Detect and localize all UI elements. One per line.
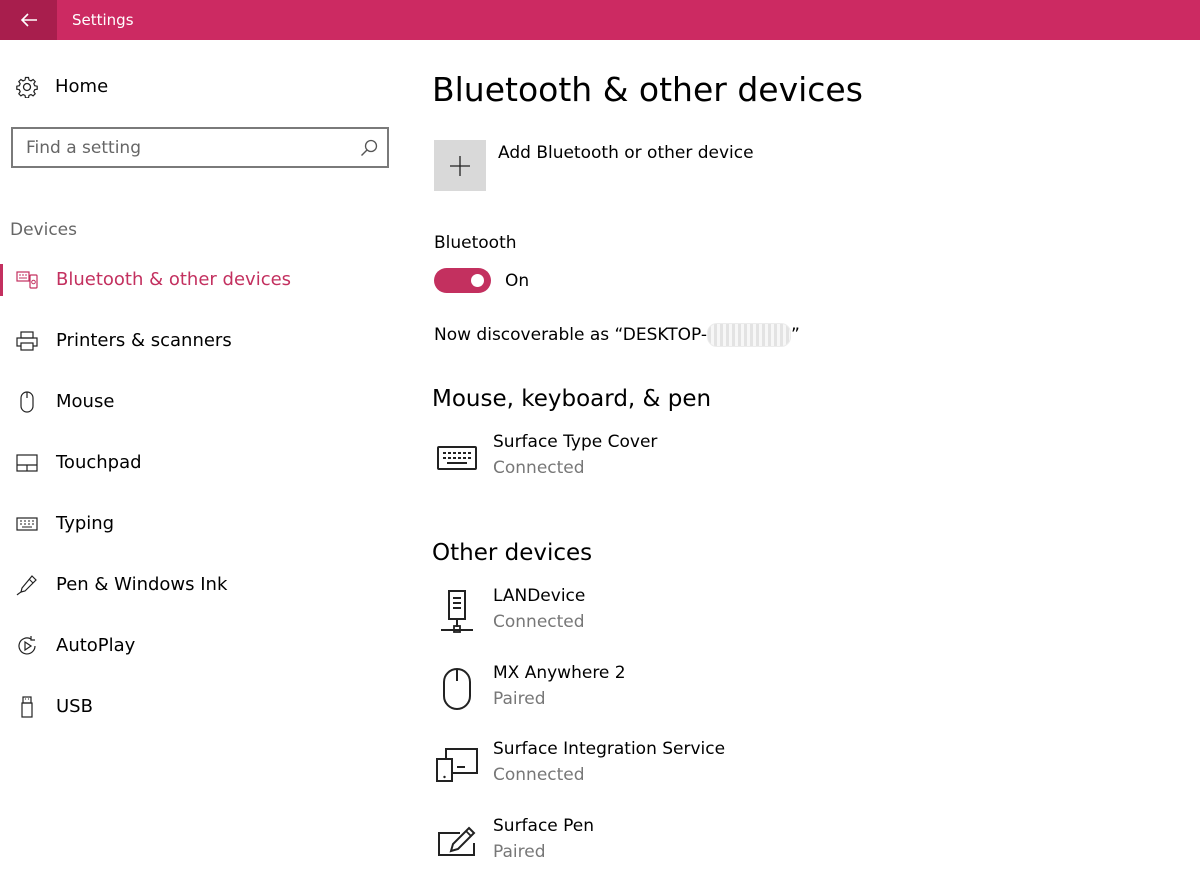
sidebar-item-mouse[interactable]: Mouse: [0, 382, 400, 422]
other-devices-heading: Other devices: [432, 540, 593, 566]
autoplay-icon: [16, 635, 38, 657]
sidebar-item-label: Touchpad: [56, 452, 142, 473]
plus-icon: [450, 155, 470, 176]
device-status: Connected: [493, 765, 585, 785]
sidebar-item-label: AutoPlay: [56, 635, 136, 656]
sidebar-item-bluetooth[interactable]: Bluetooth & other devices: [0, 260, 400, 300]
device-landevice[interactable]: LANDevice Connected: [434, 586, 934, 644]
device-name: Surface Integration Service: [493, 739, 726, 759]
sidebar-item-printers[interactable]: Printers & scanners: [0, 321, 400, 361]
back-button[interactable]: [0, 0, 57, 40]
device-status: Paired: [493, 842, 546, 862]
device-surface-type-cover[interactable]: Surface Type Cover Connected: [434, 432, 934, 490]
title-bar: Settings: [0, 0, 1200, 40]
devices-section-title: Devices: [10, 220, 77, 240]
printer-icon: [16, 330, 38, 352]
device-name: Surface Type Cover: [493, 432, 658, 452]
bluetooth-label: Bluetooth: [434, 233, 517, 253]
device-status: Connected: [493, 612, 585, 632]
discoverable-suffix: ”: [791, 325, 800, 345]
selection-indicator: [0, 264, 3, 296]
usb-icon: [16, 696, 38, 718]
keyboard-icon: [434, 432, 480, 484]
device-name: Surface Pen: [493, 816, 595, 836]
keyboard-icon: [16, 513, 38, 535]
sidebar-item-label: Mouse: [56, 391, 115, 412]
main-content: Bluetooth & other devices Add Bluetooth …: [400, 40, 1200, 895]
sidebar-item-pen[interactable]: Pen & Windows Ink: [0, 565, 400, 605]
discoverable-prefix: Now discoverable as “DESKTOP-: [434, 325, 708, 345]
device-surface-pen[interactable]: Surface Pen Paired: [434, 816, 934, 874]
bluetooth-toggle[interactable]: [434, 268, 491, 293]
sidebar-item-label: Typing: [56, 513, 115, 534]
mouse-keyboard-pen-heading: Mouse, keyboard, & pen: [432, 386, 712, 412]
device-mx-anywhere-2[interactable]: MX Anywhere 2 Paired: [434, 663, 934, 721]
pen-icon: [16, 574, 38, 596]
discoverable-text: Now discoverable as “DESKTOP- ”: [434, 323, 800, 347]
sidebar: Home Devices Bluetooth & other devices: [0, 40, 400, 895]
device-surface-integration-service[interactable]: Surface Integration Service Connected: [434, 739, 934, 797]
bluetooth-devices-icon: [16, 269, 38, 291]
mouse-icon: [16, 391, 38, 413]
sidebar-item-touchpad[interactable]: Touchpad: [0, 443, 400, 483]
home-label: Home: [55, 76, 109, 97]
sidebar-item-label: USB: [56, 696, 93, 717]
page-title: Bluetooth & other devices: [432, 70, 863, 109]
sidebar-item-label: Bluetooth & other devices: [56, 269, 292, 290]
mouse-icon: [434, 663, 480, 715]
search-box[interactable]: [11, 127, 389, 168]
touchpad-icon: [16, 452, 38, 474]
add-device-label[interactable]: Add Bluetooth or other device: [498, 143, 754, 163]
search-icon[interactable]: [359, 138, 379, 158]
sidebar-item-usb[interactable]: USB: [0, 687, 400, 727]
sidebar-item-autoplay[interactable]: AutoPlay: [0, 626, 400, 666]
network-device-icon: [434, 586, 480, 638]
window-title: Settings: [72, 11, 134, 29]
search-input[interactable]: [26, 136, 346, 160]
redacted-device-name: [707, 323, 792, 347]
bluetooth-state: On: [505, 271, 530, 291]
sidebar-item-typing[interactable]: Typing: [0, 504, 400, 544]
home-link[interactable]: Home: [16, 75, 108, 99]
device-name: MX Anywhere 2: [493, 663, 626, 683]
device-status: Paired: [493, 689, 546, 709]
add-device-button[interactable]: [434, 140, 486, 191]
gear-icon: [16, 76, 38, 98]
toggle-knob: [471, 274, 484, 287]
sidebar-item-label: Pen & Windows Ink: [56, 574, 228, 595]
device-status: Connected: [493, 458, 585, 478]
pen-tablet-icon: [434, 816, 480, 868]
back-arrow-icon: [20, 13, 37, 27]
device-name: LANDevice: [493, 586, 586, 606]
sidebar-item-label: Printers & scanners: [56, 330, 232, 351]
devices-icon: [434, 739, 480, 791]
